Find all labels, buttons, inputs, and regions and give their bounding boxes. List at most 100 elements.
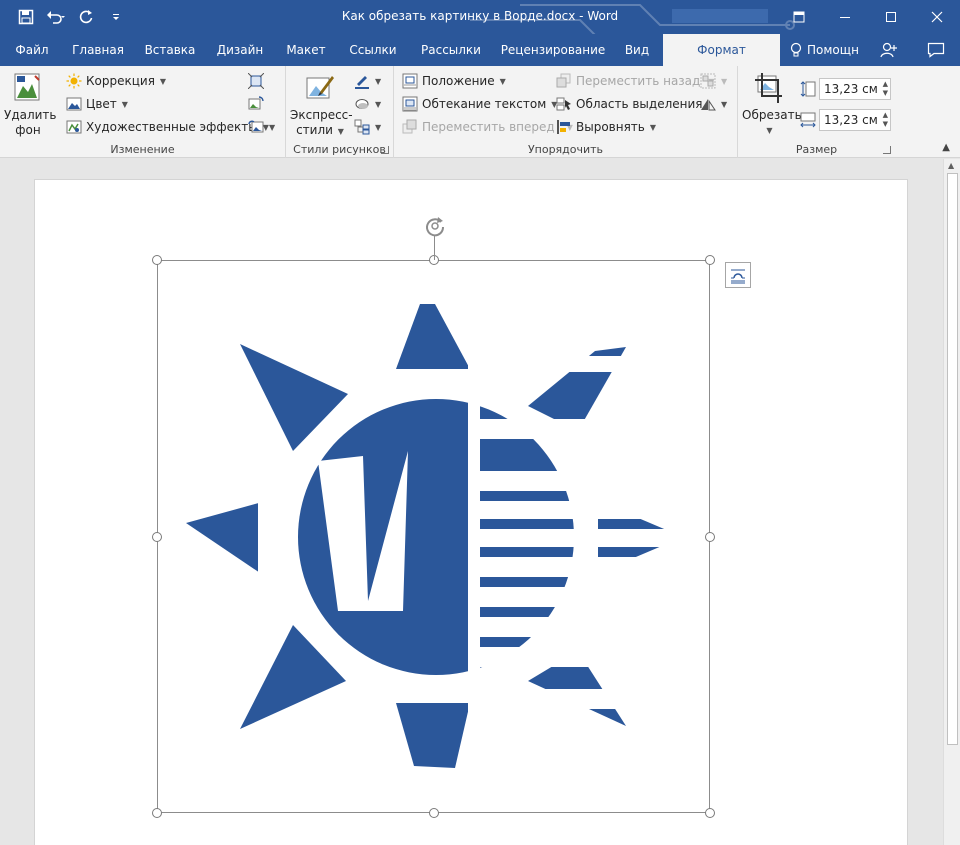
tab-insert[interactable]: Вставка (138, 34, 202, 66)
shape-height-value: 13,23 см (824, 82, 878, 96)
bring-forward-button[interactable]: Переместить вперед ▼ (402, 117, 573, 137)
send-backward-button[interactable]: Переместить назад ▼ (556, 71, 715, 91)
account-name[interactable] (672, 9, 768, 23)
tab-home[interactable]: Главная (64, 34, 132, 66)
group-size: Обрезать ▼ 13,23 см ▲ ▼ 13,23 см ▲ ▼ Разме… (738, 66, 895, 158)
rotate-icon (701, 99, 716, 111)
quick-styles-icon (306, 76, 334, 99)
wrap-text-button[interactable]: Обтекание текстом ▼ (402, 94, 557, 114)
picture-effects-icon (355, 99, 369, 109)
artistic-effects-icon (66, 120, 82, 134)
corrections-button[interactable]: Коррекция ▼ (66, 71, 166, 91)
resize-handle-bottom-right[interactable] (705, 808, 715, 818)
chevron-down-icon: ▼ (269, 122, 276, 132)
corrections-label: Коррекция (86, 74, 155, 88)
tab-format[interactable]: Формат (663, 34, 780, 66)
chevron-down-icon: ▼ (649, 122, 657, 132)
resize-handle-top-right[interactable] (705, 255, 715, 265)
group-adjust-label: Изменение (110, 143, 175, 156)
chevron-down-icon: ▼ (121, 99, 128, 109)
spin-arrows-icon[interactable]: ▲ ▼ (883, 80, 888, 98)
restore-ribbon-icon[interactable] (776, 0, 822, 34)
compress-pictures-button[interactable] (248, 71, 264, 91)
collapse-ribbon-icon[interactable]: ▲ (942, 142, 950, 153)
tab-layout[interactable]: Макет (278, 34, 334, 66)
chevron-down-icon: ▼ (721, 99, 728, 109)
resize-handle-top-left[interactable] (152, 255, 162, 265)
align-label: Выровнять (576, 120, 645, 134)
close-icon[interactable] (914, 0, 960, 34)
picture-selection-frame (157, 260, 710, 813)
position-icon (402, 73, 418, 89)
group-objects-icon (700, 73, 716, 89)
tell-me-button[interactable]: Помощн (790, 34, 859, 66)
comments-icon[interactable] (927, 34, 945, 66)
rotate-handle-icon[interactable] (423, 214, 447, 238)
shape-height-icon (800, 81, 816, 97)
picture-border-button[interactable]: ▼ (354, 71, 381, 91)
shape-width-input[interactable]: 13,23 см ▲ ▼ (819, 109, 891, 131)
tab-mailings[interactable]: Рассылки (412, 34, 490, 66)
tab-review[interactable]: Рецензирование (496, 34, 610, 66)
shape-width-value: 13,23 см (824, 113, 878, 127)
spin-arrows-icon[interactable]: ▲ ▼ (883, 111, 888, 129)
window-controls (776, 0, 960, 34)
chevron-down-icon: ▼ (375, 76, 382, 86)
picture-layout-icon (354, 119, 370, 135)
tab-design[interactable]: Дизайн (208, 34, 272, 66)
wrap-text-label: Обтекание текстом (422, 97, 547, 111)
remove-background-label-2: фон (15, 123, 41, 137)
ribbon: Удалить фон Коррекция ▼ Цвет ▼ Художеств… (0, 66, 960, 158)
resize-handle-bottom[interactable] (429, 808, 439, 818)
reset-picture-button[interactable]: ▼ (248, 117, 275, 137)
picture-color-icon (66, 97, 82, 111)
layout-options-button[interactable] (725, 262, 751, 288)
scrollbar-thumb[interactable] (947, 173, 958, 745)
maximize-icon[interactable] (868, 0, 914, 34)
tab-view[interactable]: Вид (614, 34, 660, 66)
crop-label: Обрезать (742, 108, 802, 122)
tab-file[interactable]: Файл (6, 34, 58, 66)
chevron-down-icon: ▼ (499, 76, 506, 86)
remove-background-button[interactable]: Удалить фон (4, 72, 57, 138)
reset-picture-icon (248, 120, 264, 133)
minimize-icon[interactable] (822, 0, 868, 34)
resize-handle-bottom-left[interactable] (152, 808, 162, 818)
group-picture-styles: Экспресс- стили ▼ ▼ ▼ ▼ Стили рисунков (286, 66, 394, 158)
quick-styles-button[interactable]: Экспресс- стили ▼ (290, 72, 353, 139)
artistic-effects-button[interactable]: Художественные эффекты ▼ (66, 117, 269, 137)
tab-references[interactable]: Ссылки (340, 34, 406, 66)
color-button[interactable]: Цвет ▼ (66, 94, 128, 114)
picture-layout-button[interactable]: ▼ (354, 117, 381, 137)
share-person-icon[interactable] (880, 34, 898, 66)
selection-pane-button[interactable]: Область выделения (556, 94, 703, 114)
rotate-button[interactable]: ▼ (700, 94, 727, 114)
position-button[interactable]: Положение ▼ (402, 71, 506, 91)
crop-icon (755, 73, 782, 103)
group-objects-button[interactable]: ▼ (700, 71, 727, 91)
picture-styles-launcher-icon[interactable] (381, 146, 389, 154)
position-label: Положение (422, 74, 495, 88)
title-bar: Как обрезать картинку в Ворде.docx - Wor… (0, 0, 960, 34)
group-arrange: Положение ▼ Обтекание текстом ▼ Перемест… (394, 66, 738, 158)
picture-effects-button[interactable]: ▼ (354, 94, 381, 114)
align-button[interactable]: Выровнять ▼ (556, 117, 656, 137)
crop-button[interactable]: Обрезать ▼ (742, 72, 802, 138)
chevron-down-icon: ▼ (766, 126, 773, 135)
resize-handle-right[interactable] (705, 532, 715, 542)
compress-pictures-icon (248, 73, 264, 89)
shape-width-icon (800, 112, 816, 128)
pen-icon (355, 76, 369, 89)
change-picture-button[interactable] (248, 94, 264, 114)
quick-styles-label-1: Экспресс- (290, 108, 353, 122)
shape-height-input[interactable]: 13,23 см ▲ ▼ (819, 78, 891, 100)
resize-handle-left[interactable] (152, 532, 162, 542)
vertical-scrollbar[interactable]: ▲ (943, 159, 960, 845)
sun-icon (66, 73, 82, 89)
tell-me-label: Помощн (807, 43, 859, 57)
scroll-up-icon[interactable]: ▲ (948, 161, 954, 170)
artistic-effects-label: Художественные эффекты (86, 120, 258, 134)
ribbon-tabs: Файл Главная Вставка Дизайн Макет Ссылки… (0, 34, 960, 66)
group-adjust: Удалить фон Коррекция ▼ Цвет ▼ Художеств… (0, 66, 286, 158)
size-launcher-icon[interactable] (883, 146, 891, 154)
